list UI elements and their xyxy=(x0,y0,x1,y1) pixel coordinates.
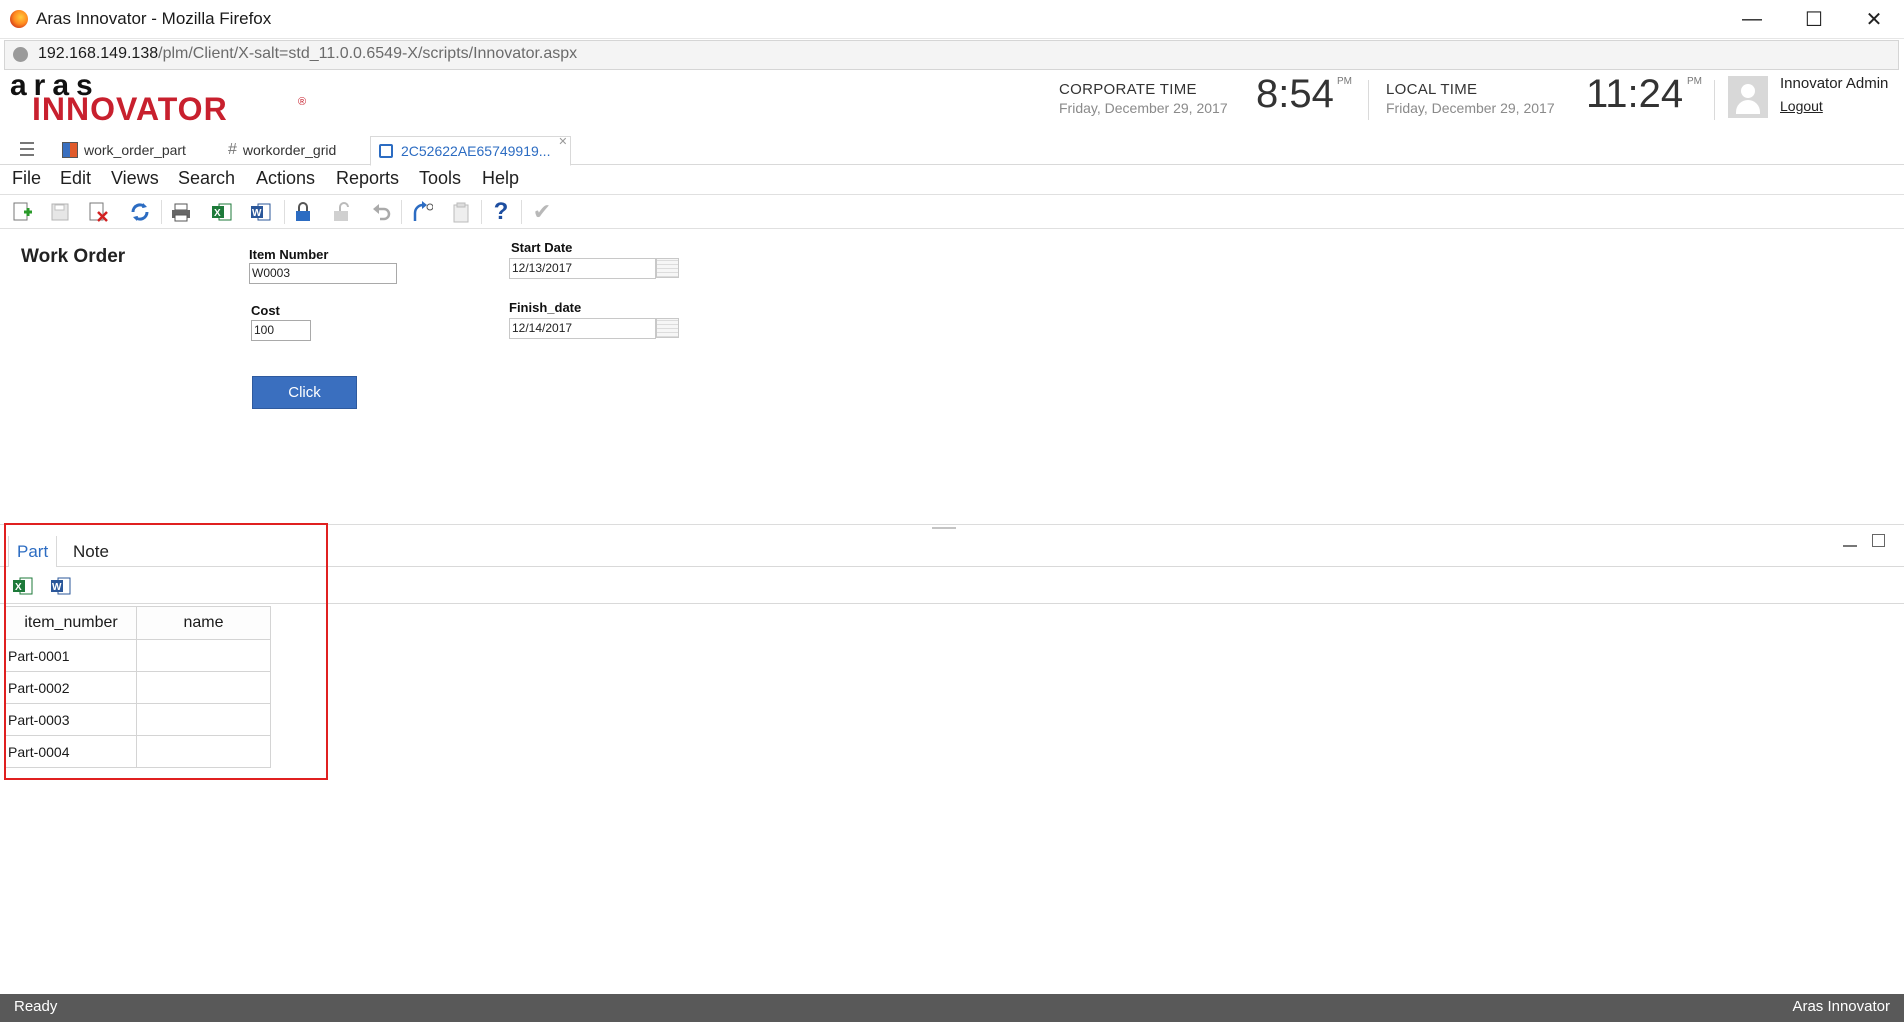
start-date-field[interactable]: 12/13/2017 xyxy=(509,258,656,279)
minimize-button[interactable]: — xyxy=(1722,0,1782,38)
tab-work-order-part[interactable]: work_order_part xyxy=(62,136,186,164)
clipboard-icon[interactable] xyxy=(450,200,472,224)
logo-innovator-text: INNOVATOR xyxy=(32,91,228,127)
tab-workorder-grid[interactable]: # workorder_grid xyxy=(228,136,336,164)
itemtype-icon xyxy=(62,142,78,158)
local-ampm: PM xyxy=(1687,76,1702,87)
tab-label: work_order_part xyxy=(84,142,186,158)
excel-icon[interactable]: X xyxy=(211,200,233,224)
logo-registered-mark: ® xyxy=(298,96,307,108)
calendar-icon[interactable] xyxy=(656,318,679,338)
refresh-icon[interactable] xyxy=(129,200,151,224)
tab-part[interactable]: Part xyxy=(8,536,58,567)
item-number-field[interactable]: W0003 xyxy=(249,263,397,284)
form-icon xyxy=(379,144,393,158)
status-text: Ready xyxy=(14,998,58,1015)
tab-form-active[interactable]: 2C52622AE65749919... ✕ xyxy=(370,135,572,166)
maximize-button[interactable]: ☐ xyxy=(1784,0,1844,38)
corporate-time: 8:54 xyxy=(1256,72,1334,116)
url-path: /plm/Client/X-salt=std_11.0.0.6549-X/scr… xyxy=(158,45,578,62)
item-number-label: Item Number xyxy=(249,247,329,262)
tab-label: 2C52622AE65749919... xyxy=(401,143,551,159)
undo-icon[interactable] xyxy=(370,200,392,224)
help-icon[interactable]: ? xyxy=(490,198,512,225)
lock-icon[interactable] xyxy=(292,200,314,224)
form-title: Work Order xyxy=(21,246,126,267)
menu-views[interactable]: Views xyxy=(111,168,159,189)
corporate-date: Friday, December 29, 2017 xyxy=(1059,100,1228,116)
cost-label: Cost xyxy=(251,303,280,318)
svg-text:X: X xyxy=(214,208,221,219)
logout-link[interactable]: Logout xyxy=(1780,98,1823,114)
status-app-name: Aras Innovator xyxy=(1792,998,1890,1015)
local-time: 11:24 xyxy=(1586,72,1684,116)
firefox-icon xyxy=(10,10,28,28)
print-icon[interactable] xyxy=(170,200,192,224)
done-icon[interactable]: ✔ xyxy=(531,199,553,224)
menu-edit[interactable]: Edit xyxy=(60,168,91,189)
promote-icon[interactable] xyxy=(411,200,433,224)
status-bar xyxy=(0,994,1904,1022)
start-date-label: Start Date xyxy=(511,240,573,255)
aras-logo: aras INNOVATOR ® xyxy=(10,71,310,127)
finish-date-label: Finish_date xyxy=(509,300,582,315)
cost-field[interactable]: 100 xyxy=(251,320,311,341)
click-button[interactable]: Click xyxy=(252,376,357,409)
delete-icon[interactable] xyxy=(88,200,110,224)
globe-icon xyxy=(13,47,28,62)
toolbar xyxy=(0,196,1904,229)
url-host: 192.168.149.138 xyxy=(38,45,159,62)
window-titlebar xyxy=(0,0,1904,39)
finish-date-field[interactable]: 12/14/2017 xyxy=(509,318,656,339)
menu-help[interactable]: Help xyxy=(482,168,519,189)
url-text[interactable]: 192.168.149.138/plm/Client/X-salt=std_11… xyxy=(38,45,577,63)
menu-tools[interactable]: Tools xyxy=(419,168,461,189)
corporate-time-label: CORPORATE TIME xyxy=(1059,81,1197,98)
local-date: Friday, December 29, 2017 xyxy=(1386,100,1555,116)
svg-text:W: W xyxy=(252,208,262,219)
unlock-icon[interactable] xyxy=(330,200,352,224)
hamburger-menu-icon[interactable] xyxy=(20,142,34,156)
close-button[interactable]: ✕ xyxy=(1844,0,1904,38)
user-divider xyxy=(1714,80,1715,120)
grid-icon: # xyxy=(228,141,237,158)
menu-actions[interactable]: Actions xyxy=(256,168,315,189)
new-icon[interactable] xyxy=(11,200,33,224)
splitter-grip[interactable] xyxy=(932,527,956,529)
avatar[interactable] xyxy=(1728,76,1768,118)
calendar-icon[interactable] xyxy=(656,258,679,278)
save-icon[interactable] xyxy=(49,200,71,224)
minimize-pane-icon[interactable] xyxy=(1843,545,1857,547)
window-title: Aras Innovator - Mozilla Firefox xyxy=(36,9,272,28)
menu-search[interactable]: Search xyxy=(178,168,235,189)
clock-divider xyxy=(1368,80,1369,120)
maximize-pane-icon[interactable] xyxy=(1872,534,1885,547)
close-tab-icon[interactable]: ✕ xyxy=(558,135,567,148)
user-name: Innovator Admin xyxy=(1780,75,1889,92)
corporate-ampm: PM xyxy=(1337,76,1352,87)
word-icon[interactable]: W xyxy=(250,200,272,224)
menu-file[interactable]: File xyxy=(12,168,41,189)
local-time-label: LOCAL TIME xyxy=(1386,81,1478,98)
tab-label: workorder_grid xyxy=(242,142,337,158)
menu-reports[interactable]: Reports xyxy=(336,168,399,189)
